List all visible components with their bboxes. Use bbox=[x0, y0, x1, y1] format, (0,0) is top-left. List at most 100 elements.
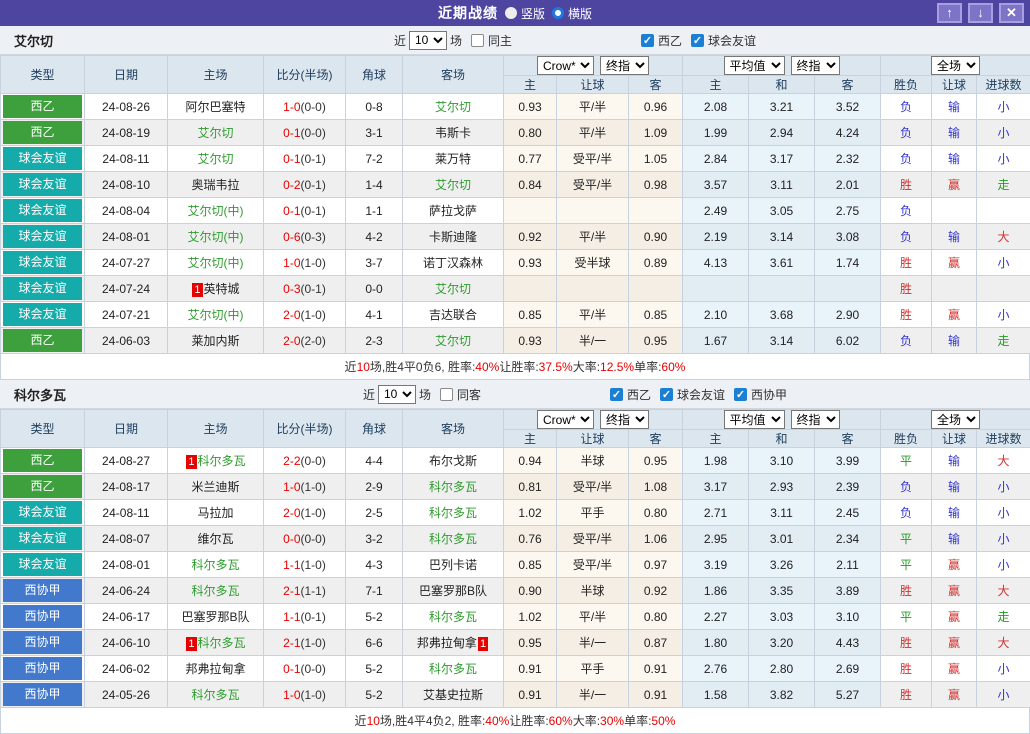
avg-home-odds: 2.49 bbox=[683, 198, 749, 224]
avg-home-odds: 2.27 bbox=[683, 604, 749, 630]
league-filter-checkbox-1-2[interactable]: ✓ bbox=[734, 388, 747, 401]
average-select-1[interactable]: 平均值 bbox=[724, 410, 785, 429]
fulltime-score: 0-1 bbox=[283, 662, 300, 676]
same-venue-checkbox-0[interactable] bbox=[471, 34, 484, 47]
recent-count-select-0[interactable]: 10 bbox=[409, 31, 447, 50]
league-cell: 球会友谊 bbox=[1, 500, 85, 526]
avg-home-odds: 1.67 bbox=[683, 328, 749, 354]
crow-away-odds: 0.89 bbox=[629, 250, 683, 276]
goals-result-cell: 大 bbox=[977, 224, 1030, 250]
league-filter-checkbox-0-1[interactable]: ✓ bbox=[691, 34, 704, 47]
avg-draw-odds: 3.26 bbox=[749, 552, 815, 578]
avg-draw-odds: 3.82 bbox=[749, 682, 815, 708]
games-label-0: 场 bbox=[450, 32, 462, 49]
radio-horizontal-icon[interactable] bbox=[552, 7, 564, 19]
move-down-button[interactable]: ↓ bbox=[968, 3, 993, 23]
league-cell: 球会友谊 bbox=[1, 198, 85, 224]
fullmatch-select-0[interactable]: 全场 bbox=[931, 56, 980, 75]
fulltime-score: 2-0 bbox=[283, 334, 300, 348]
date-cell: 24-08-17 bbox=[85, 474, 168, 500]
avg-away-odds: 2.90 bbox=[815, 302, 881, 328]
league-cell: 球会友谊 bbox=[1, 146, 85, 172]
crow-home-odds: 0.76 bbox=[504, 526, 557, 552]
league-cell: 西乙 bbox=[1, 448, 85, 474]
league-cell: 西乙 bbox=[1, 120, 85, 146]
avg-draw-odds: 3.11 bbox=[749, 500, 815, 526]
avg-away-odds: 5.27 bbox=[815, 682, 881, 708]
date-cell: 24-07-24 bbox=[85, 276, 168, 302]
crow-away-odds: 0.91 bbox=[629, 682, 683, 708]
date-cell: 24-08-04 bbox=[85, 198, 168, 224]
league-badge: 西协甲 bbox=[3, 579, 82, 602]
away-team-name: 萨拉戈萨 bbox=[429, 204, 477, 218]
date-cell: 24-08-26 bbox=[85, 94, 168, 120]
summary-segment: 让胜率: bbox=[499, 358, 538, 375]
layout-option-vertical[interactable]: 竖版 bbox=[505, 5, 545, 22]
radio-vertical-icon[interactable] bbox=[505, 7, 517, 19]
match-table-body-0: 西乙24-08-26阿尔巴塞特1-0(0-0)0-8艾尔切0.93平/半0.96… bbox=[1, 94, 1030, 354]
result-cell: 胜 bbox=[881, 682, 932, 708]
league-cell: 球会友谊 bbox=[1, 224, 85, 250]
page-title: 近期战绩 bbox=[438, 3, 498, 23]
halftime-score: (1-0) bbox=[301, 558, 326, 572]
away-team-cell: 科尔多瓦 bbox=[403, 604, 504, 630]
corner-cell: 2-9 bbox=[346, 474, 403, 500]
final-odds-select-0b[interactable]: 终指 bbox=[791, 56, 840, 75]
away-team-name: 艾尔切 bbox=[435, 334, 471, 348]
date-cell: 24-08-19 bbox=[85, 120, 168, 146]
away-team-cell: 艾基史拉斯 bbox=[403, 682, 504, 708]
col-goals: 进球数 bbox=[977, 76, 1030, 94]
away-team-cell: 邦弗拉甸拿1 bbox=[403, 630, 504, 656]
final-odds-select-1a[interactable]: 终指 bbox=[600, 410, 649, 429]
away-team-cell: 诺丁汉森林 bbox=[403, 250, 504, 276]
score-cell: 0-1(0-1) bbox=[264, 146, 346, 172]
fullmatch-select-1[interactable]: 全场 bbox=[931, 410, 980, 429]
summary-segment: 50% bbox=[651, 714, 675, 728]
result-cell: 负 bbox=[881, 198, 932, 224]
corner-cell: 7-1 bbox=[346, 578, 403, 604]
date-cell: 24-08-01 bbox=[85, 224, 168, 250]
crow-away-odds bbox=[629, 276, 683, 302]
col-corner: 角球 bbox=[346, 56, 403, 94]
corner-cell: 7-2 bbox=[346, 146, 403, 172]
away-team-cell: 艾尔切 bbox=[403, 276, 504, 302]
league-filter-label-1-2: 西协甲 bbox=[751, 386, 787, 403]
fulltime-score: 1-0 bbox=[283, 100, 300, 114]
average-select-0[interactable]: 平均值 bbox=[724, 56, 785, 75]
halftime-score: (1-0) bbox=[301, 688, 326, 702]
layout-option-horizontal[interactable]: 横版 bbox=[552, 5, 592, 22]
recent-count-select-1[interactable]: 10 bbox=[378, 385, 416, 404]
final-odds-select-0a[interactable]: 终指 bbox=[600, 56, 649, 75]
crow-home-odds: 0.94 bbox=[504, 448, 557, 474]
league-badge: 西乙 bbox=[3, 449, 82, 472]
avg-draw-odds: 2.94 bbox=[749, 120, 815, 146]
move-up-button[interactable]: ↑ bbox=[937, 3, 962, 23]
halftime-score: (1-1) bbox=[301, 584, 326, 598]
away-team-cell: 巴塞罗那B队 bbox=[403, 578, 504, 604]
home-team-name: 科尔多瓦 bbox=[191, 584, 239, 598]
goals-result-cell: 大 bbox=[977, 630, 1030, 656]
date-cell: 24-06-03 bbox=[85, 328, 168, 354]
score-cell: 1-0(0-0) bbox=[264, 94, 346, 120]
score-cell: 2-1(1-1) bbox=[264, 578, 346, 604]
fulltime-score: 0-2 bbox=[283, 178, 300, 192]
final-odds-select-1b[interactable]: 终指 bbox=[791, 410, 840, 429]
league-filter-checkbox-0-0[interactable]: ✓ bbox=[641, 34, 654, 47]
home-team-name: 邦弗拉甸拿 bbox=[185, 662, 245, 676]
league-filter-checkbox-1-1[interactable]: ✓ bbox=[660, 388, 673, 401]
date-cell: 24-08-27 bbox=[85, 448, 168, 474]
bookmaker-select-1[interactable]: Crow* bbox=[537, 410, 594, 429]
away-team-cell: 科尔多瓦 bbox=[403, 500, 504, 526]
games-label-1: 场 bbox=[419, 386, 431, 403]
close-button[interactable]: ✕ bbox=[999, 3, 1024, 23]
corner-cell: 4-1 bbox=[346, 302, 403, 328]
col-crow-home: 主 bbox=[504, 430, 557, 448]
crow-home-odds: 0.91 bbox=[504, 682, 557, 708]
bookmaker-select-0[interactable]: Crow* bbox=[537, 56, 594, 75]
same-venue-checkbox-1[interactable] bbox=[440, 388, 453, 401]
crow-home-odds: 0.85 bbox=[504, 552, 557, 578]
avg-away-odds: 3.10 bbox=[815, 604, 881, 630]
league-filter-checkbox-1-0[interactable]: ✓ bbox=[610, 388, 623, 401]
handicap-result-cell: 输 bbox=[932, 328, 977, 354]
col-score: 比分(半场) bbox=[264, 56, 346, 94]
